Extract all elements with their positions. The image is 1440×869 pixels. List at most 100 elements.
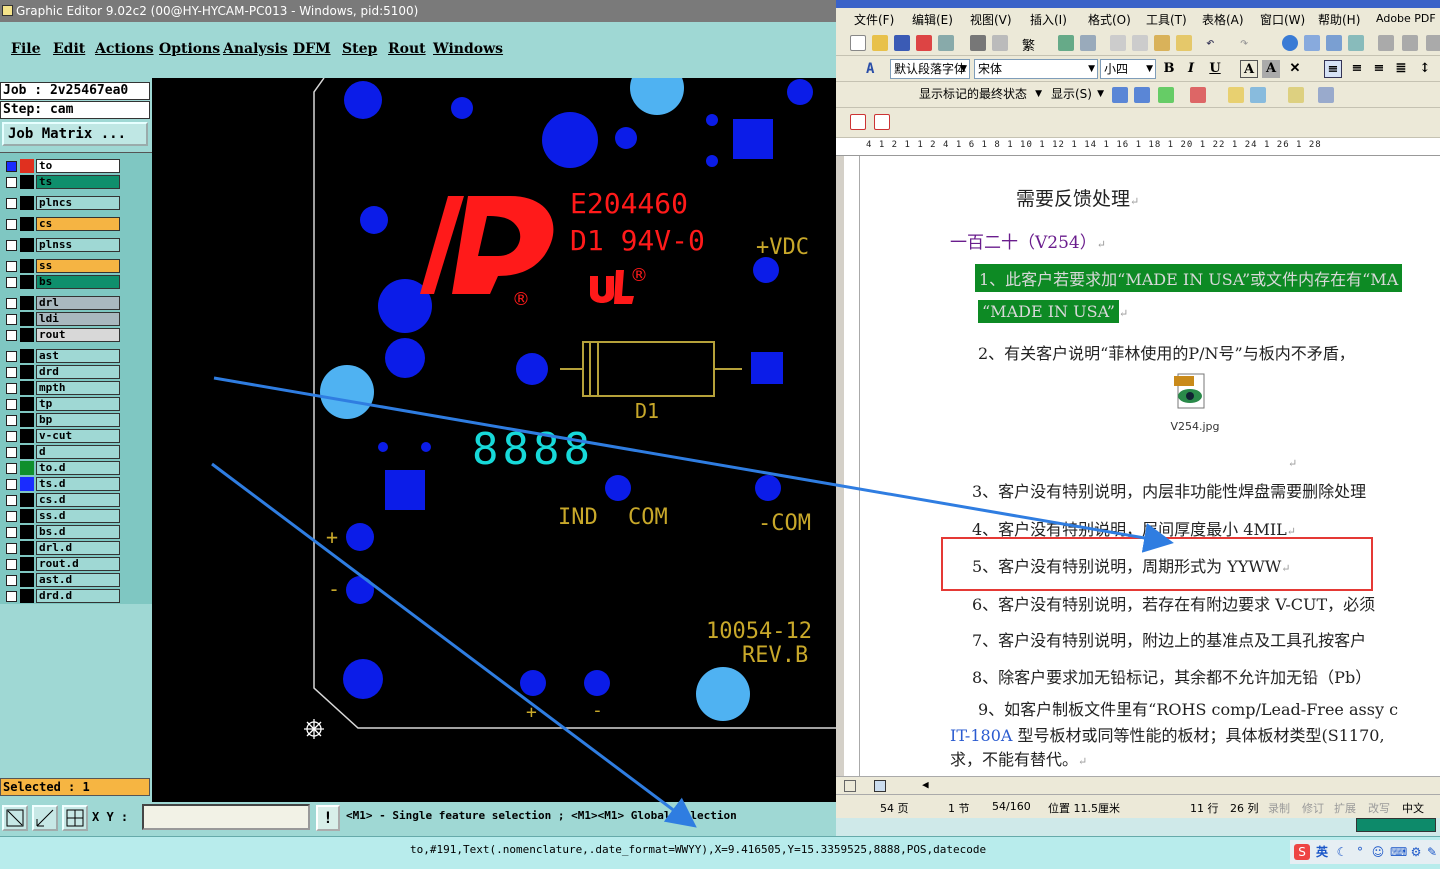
layer-row[interactable]: ss [0, 259, 122, 273]
layer-checkbox[interactable] [6, 447, 17, 458]
traditional-chinese-icon[interactable]: 繁 [1022, 35, 1038, 54]
style-combo[interactable]: 默认段落字体 ▼ [890, 59, 970, 79]
grid-icon[interactable] [62, 805, 88, 831]
ime-language[interactable]: 英 [1314, 844, 1330, 860]
spelling-icon[interactable] [1058, 35, 1074, 51]
bold-icon[interactable]: B [1160, 60, 1178, 78]
layer-row[interactable]: to.d [0, 461, 122, 475]
research-icon[interactable] [1080, 35, 1096, 51]
layer-row[interactable]: drd [0, 365, 122, 379]
print-preview-icon[interactable] [992, 35, 1008, 51]
format-painter-icon[interactable] [1176, 35, 1192, 51]
insert-table-icon[interactable] [1326, 35, 1342, 51]
char-shading-icon[interactable]: A [1262, 60, 1280, 78]
layer-checkbox[interactable] [6, 161, 17, 172]
layer-row[interactable]: drl.d [0, 541, 122, 555]
layer-checkbox[interactable] [6, 240, 17, 251]
xy-input[interactable] [142, 804, 310, 830]
word-menu-format[interactable]: 格式(O) [1088, 11, 1131, 28]
layer-row[interactable]: cs.d [0, 493, 122, 507]
layer-row[interactable]: ts.d [0, 477, 122, 491]
layer-row[interactable]: d [0, 445, 122, 459]
menu-edit[interactable]: Edit [53, 41, 85, 57]
menu-rout[interactable]: Rout [388, 41, 426, 57]
layer-row[interactable]: tp [0, 397, 122, 411]
moon-icon[interactable]: ☾ [1334, 844, 1350, 860]
layer-checkbox[interactable] [6, 415, 17, 426]
layer-row[interactable]: v-cut [0, 429, 122, 443]
char-border-icon[interactable]: A [1240, 60, 1258, 78]
align-justify-icon[interactable]: ≡ [1324, 60, 1342, 78]
align-center-icon[interactable]: ≡ [1348, 60, 1366, 78]
paste-icon[interactable] [1154, 35, 1170, 51]
line-spacing-icon[interactable]: ↕ [1416, 60, 1434, 78]
tables-borders-icon[interactable] [1304, 35, 1320, 51]
word-menu-tools[interactable]: 工具(T) [1146, 11, 1187, 28]
layer-checkbox[interactable] [6, 198, 17, 209]
layer-row[interactable]: rout [0, 328, 122, 342]
layer-row[interactable]: plncs [0, 196, 122, 210]
layer-checkbox[interactable] [6, 330, 17, 341]
review-display-combo[interactable]: 显示标记的最终状态 ▼ [916, 85, 1044, 105]
layer-checkbox[interactable] [6, 399, 17, 410]
layer-checkbox[interactable] [6, 177, 17, 188]
layer-row[interactable]: bs.d [0, 525, 122, 539]
layer-checkbox[interactable] [6, 298, 17, 309]
taskbar-button[interactable] [1356, 818, 1436, 832]
reviewing-pane-icon[interactable] [1288, 87, 1304, 103]
punctuation-icon[interactable]: ° [1352, 844, 1368, 860]
accept-change-icon[interactable] [1158, 87, 1174, 103]
layer-row[interactable]: drd.d [0, 589, 122, 603]
open-folder-icon[interactable] [872, 35, 888, 51]
email-icon[interactable] [938, 35, 954, 51]
pdf-convert-icon[interactable] [850, 114, 866, 130]
show-button[interactable]: 显示(S) ▼ [1048, 85, 1106, 105]
pdf-email-icon[interactable] [874, 114, 890, 130]
word-menu-adobe-pdf[interactable]: Adobe PDF [1376, 12, 1436, 25]
font-combo[interactable]: 宋体 ▼ [974, 59, 1098, 79]
settings-icon[interactable]: ⚙ [1408, 844, 1424, 860]
zoom-fit-icon[interactable] [2, 805, 28, 831]
distributed-icon[interactable]: ≣ [1392, 60, 1410, 78]
drawing-icon[interactable] [1402, 35, 1418, 51]
italic-icon[interactable]: I [1182, 60, 1200, 78]
layer-row[interactable]: ts [0, 175, 122, 189]
char-scale-icon[interactable]: ✕ [1286, 60, 1304, 78]
layer-checkbox[interactable] [6, 575, 17, 586]
measure-icon[interactable] [32, 805, 58, 831]
alert-icon[interactable]: ! [316, 805, 340, 831]
styles-icon[interactable]: A [866, 61, 882, 77]
layer-checkbox[interactable] [6, 277, 17, 288]
layer-checkbox[interactable] [6, 559, 17, 570]
word-menu-table[interactable]: 表格(A) [1202, 11, 1244, 28]
track-changes-indicator[interactable]: 修订 [1302, 800, 1324, 816]
layer-row[interactable]: ast [0, 349, 122, 363]
reject-change-icon[interactable] [1190, 87, 1206, 103]
previous-change-icon[interactable] [1112, 87, 1128, 103]
word-menu-insert[interactable]: 插入(I) [1030, 11, 1067, 28]
copy-icon[interactable] [1132, 35, 1148, 51]
underline-icon[interactable]: U [1206, 60, 1224, 78]
layer-checkbox[interactable] [6, 543, 17, 554]
vertical-ruler[interactable] [844, 156, 860, 776]
next-change-icon[interactable] [1134, 87, 1150, 103]
menu-file[interactable]: File [11, 41, 40, 57]
extend-indicator[interactable]: 扩展 [1334, 800, 1356, 816]
word-menu-view[interactable]: 视图(V) [970, 11, 1012, 28]
layer-checkbox[interactable] [6, 527, 17, 538]
layer-row[interactable]: bs [0, 275, 122, 289]
layer-row[interactable]: ldi [0, 312, 122, 326]
record-macro-indicator[interactable]: 录制 [1268, 800, 1290, 816]
overtype-indicator[interactable]: 改写 [1368, 800, 1390, 816]
layer-checkbox[interactable] [6, 591, 17, 602]
layer-checkbox[interactable] [6, 431, 17, 442]
horizontal-ruler[interactable]: 4 1 2 1 1 2 4 1 6 1 8 1 10 1 12 1 14 1 1… [836, 138, 1440, 156]
job-matrix-button[interactable]: Job Matrix ... [2, 122, 148, 146]
normal-view-icon[interactable] [844, 780, 856, 792]
permission-icon[interactable] [916, 35, 932, 51]
size-combo[interactable]: 小四 ▼ [1100, 59, 1156, 79]
date-code-text[interactable]: 8888 [472, 424, 594, 475]
insert-excel-icon[interactable] [1348, 35, 1364, 51]
keyboard-icon[interactable]: ⌨ [1390, 844, 1407, 860]
layer-row[interactable]: rout.d [0, 557, 122, 571]
